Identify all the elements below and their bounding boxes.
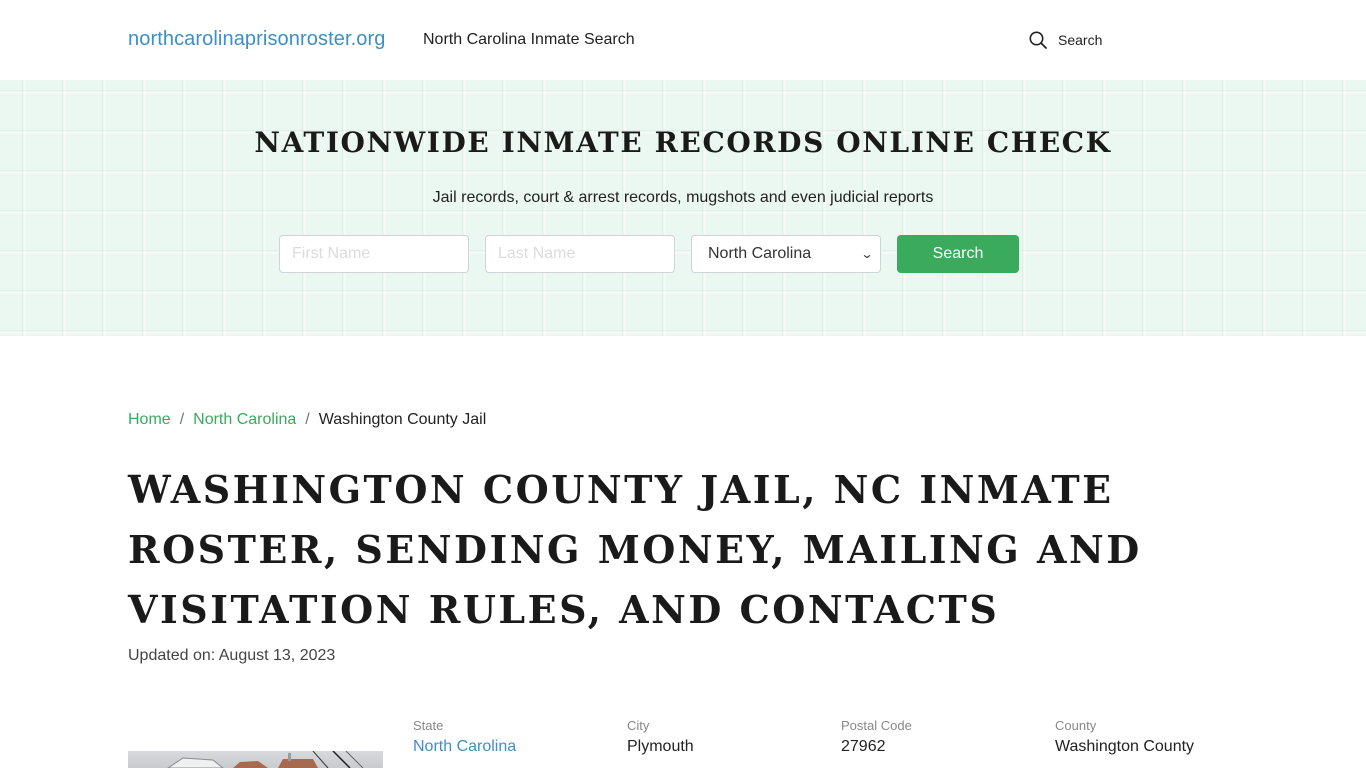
state-select[interactable]: North Carolina ⌄: [691, 235, 881, 273]
search-button[interactable]: Search: [897, 235, 1019, 273]
breadcrumb-home[interactable]: Home: [128, 411, 171, 429]
breadcrumb-north-carolina[interactable]: North Carolina: [193, 411, 296, 429]
info-postal-code: Postal Code 27962: [841, 718, 912, 760]
info-county-label: County: [1055, 718, 1097, 733]
info-state: State North Carolina: [413, 718, 516, 760]
header-search-button[interactable]: Search: [1028, 28, 1102, 52]
facility-photo-graphic: [167, 751, 364, 768]
info-postal-code-label: Postal Code: [841, 718, 912, 733]
info-county: County Washington County: [1055, 718, 1194, 760]
site-header: northcarolinaprisonroster.org North Caro…: [0, 0, 1366, 80]
info-city-value: Plymouth: [627, 738, 694, 755]
hero-search-section: NATIONWIDE INMATE RECORDS ONLINE CHECK J…: [0, 80, 1366, 336]
info-county-value: Washington County: [1055, 738, 1195, 755]
header-search-label: Search: [1058, 32, 1103, 48]
hero-subtitle: Jail records, court & arrest records, mu…: [432, 189, 934, 206]
chevron-down-icon: ⌄: [860, 247, 874, 261]
updated-date: Updated on: August 13, 2023: [128, 647, 336, 664]
state-select-value: North Carolina: [708, 245, 812, 262]
info-city: City Plymouth: [627, 718, 694, 760]
breadcrumb-separator: /: [179, 411, 185, 428]
nav-inmate-search-link[interactable]: North Carolina Inmate Search: [423, 31, 635, 49]
search-icon: [1029, 31, 1047, 49]
breadcrumb-current: Washington County Jail: [318, 411, 487, 428]
page-title: WASHINGTON COUNTY JAIL, NC INMATE ROSTER…: [128, 467, 1142, 632]
info-state-link[interactable]: North Carolina: [413, 734, 516, 760]
info-postal-code-value: 27962: [841, 738, 886, 755]
info-state-label: State: [413, 718, 444, 733]
facility-photo: [128, 751, 383, 768]
breadcrumb-separator: /: [305, 411, 310, 428]
site-logo-link[interactable]: northcarolinaprisonroster.org: [128, 28, 385, 51]
info-city-label: City: [627, 718, 650, 733]
last-name-input[interactable]: [485, 235, 675, 273]
first-name-input[interactable]: [279, 235, 469, 273]
hero-title: NATIONWIDE INMATE RECORDS ONLINE CHECK: [254, 126, 1112, 159]
breadcrumb: Home / North Carolina / Washington Count…: [128, 411, 486, 429]
